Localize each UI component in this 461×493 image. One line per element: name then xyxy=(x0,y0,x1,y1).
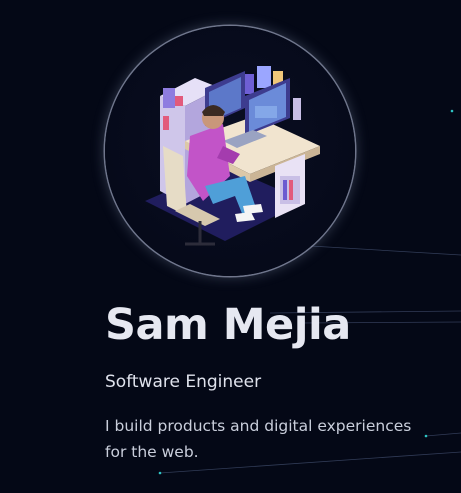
developer-at-desk-illustration-icon xyxy=(145,66,320,246)
avatar xyxy=(105,26,355,276)
profile-name: Sam Mejia xyxy=(105,300,351,350)
profile-role: Software Engineer xyxy=(105,372,262,392)
network-node xyxy=(450,109,454,113)
profile-bio: I build products and digital experiences… xyxy=(105,417,412,461)
network-node xyxy=(158,471,162,475)
